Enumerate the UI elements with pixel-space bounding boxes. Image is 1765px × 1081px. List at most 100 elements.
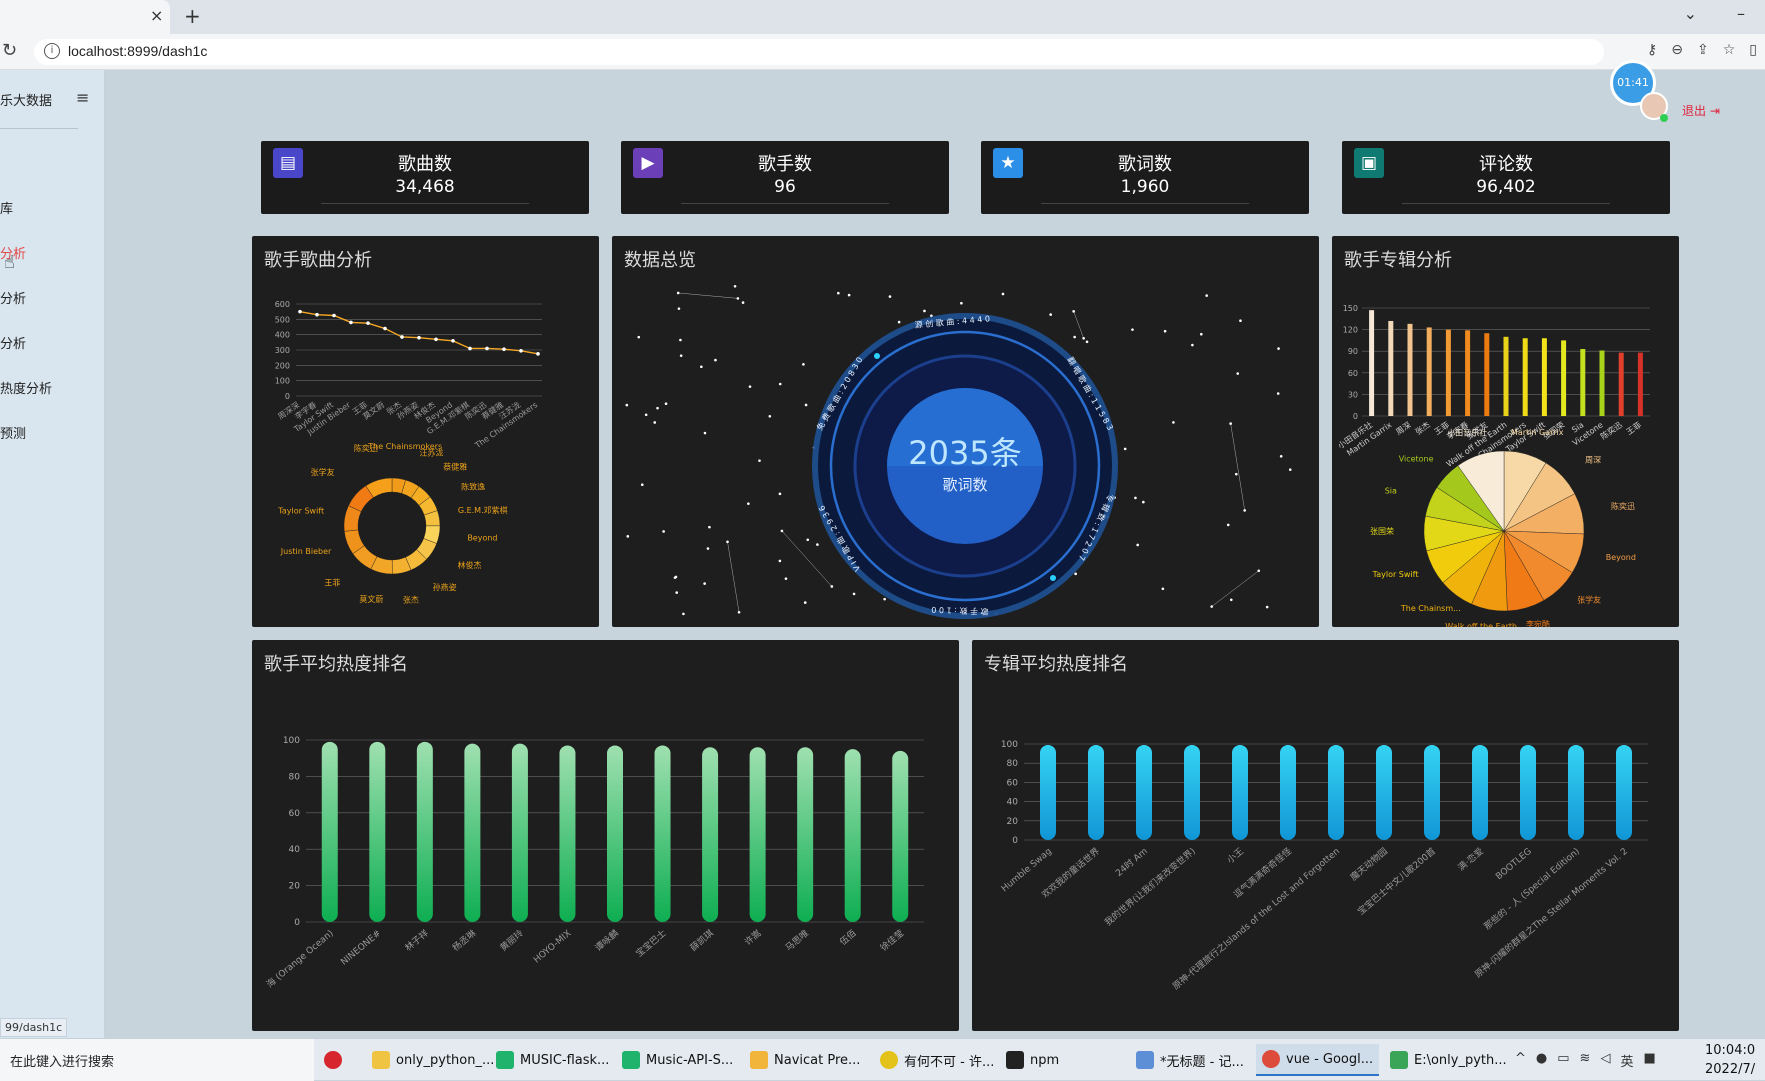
star-dot: [1229, 598, 1233, 602]
taskbar-app-label[interactable]: *无标题 - 记...: [1160, 1051, 1244, 1070]
logout-button[interactable]: 退出 ⇥: [1682, 102, 1720, 119]
taskbar-app-label[interactable]: vue - Googl...: [1286, 1052, 1373, 1067]
chevron-up-icon[interactable]: ^: [1515, 1051, 1526, 1070]
taskbar-app-label[interactable]: npm: [1030, 1053, 1059, 1068]
x-tick-label: 那些的 - 人 (Special Edition): [1481, 845, 1582, 932]
donut-label: 王菲: [324, 577, 340, 587]
app-tray-icon[interactable]: ■: [1643, 1051, 1655, 1070]
donut-label: 莫文蔚: [359, 594, 383, 604]
taskbar-app[interactable]: npm: [1006, 1044, 1059, 1076]
pycharm-icon: [496, 1051, 514, 1069]
panel-overview: 数据总览 源 创 歌 曲 : 4 4 4 0翻 唱 歌 曲 : 1 1 5 8 …: [612, 236, 1319, 627]
bar: [607, 745, 623, 922]
taskbar-app[interactable]: MUSIC-flask...: [496, 1044, 609, 1076]
chrome-icon: [1262, 1050, 1280, 1068]
volume-icon[interactable]: ◁: [1600, 1051, 1610, 1070]
taskbar-app-label[interactable]: Navicat Pre...: [774, 1053, 860, 1068]
taskbar-app[interactable]: E:\only_pyth...: [1390, 1044, 1507, 1076]
taskbar-app-active[interactable]: vue - Googl...: [1256, 1044, 1380, 1076]
zoom-icon[interactable]: ⊖: [1671, 42, 1683, 58]
taskbar-app-label[interactable]: 有何不可 - 许...: [904, 1051, 994, 1070]
taskbar-search-text[interactable]: 在此键入进行搜索: [10, 1051, 114, 1070]
opera-icon[interactable]: [324, 1044, 342, 1076]
sidebar-item-library[interactable]: 库: [0, 198, 13, 217]
close-tab-icon[interactable]: ×: [150, 6, 163, 25]
wifi-icon[interactable]: ≋: [1580, 1051, 1591, 1070]
sidebar-item-predict[interactable]: 预测: [0, 423, 26, 442]
star-dot: [703, 431, 707, 435]
bookmark-star-icon[interactable]: ☆: [1723, 42, 1736, 58]
data-point: [519, 348, 523, 353]
taskbar-app[interactable]: 有何不可 - 许...: [880, 1044, 994, 1076]
taskbar-app-label[interactable]: MUSIC-flask...: [520, 1053, 609, 1068]
navicat-icon: [750, 1051, 768, 1069]
star-dot: [1234, 472, 1238, 476]
sidebar-item-analysis-2[interactable]: 分析: [0, 288, 26, 307]
minimize-icon[interactable]: –: [1737, 4, 1745, 23]
taskbar-search[interactable]: 在此键入进行搜索: [0, 1039, 314, 1081]
mic-icon[interactable]: ●: [1536, 1051, 1547, 1070]
panel-singer-heat: 歌手平均热度排名 0 20 40 60 80 100 海 (Orange Ocean) NIN…: [252, 640, 959, 1031]
stat-card-singers: ▶ 歌手数 96: [621, 141, 949, 214]
battery-icon[interactable]: ▭: [1557, 1051, 1569, 1070]
logout-label[interactable]: 退出: [1682, 104, 1706, 118]
taskbar-app[interactable]: Music-API-S...: [622, 1044, 733, 1076]
star-dot: [640, 483, 644, 487]
singer-album-chart[interactable]: 0306090120150小田音乐社Martin Garrix 周深 张杰 王菲李宇春…: [1332, 236, 1679, 627]
star-dot: [1123, 447, 1127, 451]
share-icon[interactable]: ⇪: [1697, 42, 1709, 58]
album-heat-chart[interactable]: 020406080100Humble Swag欢欢我的童话世界 24时 Am我的世…: [972, 640, 1679, 1031]
star-dot: [830, 585, 834, 588]
singer-song-chart[interactable]: 0100200300400500600周深深李宇春Taylor SwiftJus…: [252, 236, 599, 627]
chevron-down-icon[interactable]: ⌄: [1684, 4, 1697, 23]
taskbar: 在此键入进行搜索 only_python_... MUSIC-flask... …: [0, 1038, 1765, 1081]
key-icon[interactable]: ⚷: [1647, 42, 1657, 58]
stat-value: 96: [774, 177, 796, 197]
taskbar-app[interactable]: only_python_...: [372, 1044, 494, 1076]
star-dot: [1265, 605, 1269, 609]
x-tick-label: 原神-代理旅行之Islands of the Lost and Forgotte…: [1170, 845, 1342, 992]
y-tick-label: 90: [1348, 347, 1358, 356]
url-field[interactable]: i localhost:8999/dash1c: [34, 39, 1604, 65]
star-dot: [1082, 336, 1085, 340]
data-point: [451, 339, 455, 343]
url-text[interactable]: localhost:8999/dash1c: [68, 43, 207, 59]
taskbar-clock[interactable]: 10:04:0 2022/7/: [1705, 1041, 1755, 1079]
star-dot: [883, 597, 886, 601]
reload-icon[interactable]: ↻: [2, 40, 17, 61]
taskbar-app[interactable]: *无标题 - 记...: [1136, 1044, 1244, 1076]
donut-label: 汪苏泷: [419, 448, 443, 458]
sidebar-item-heat[interactable]: 热度分析: [0, 378, 52, 397]
y-tick-label: 20: [289, 882, 301, 892]
sidebar-item-analysis-3[interactable]: 分析: [0, 333, 26, 352]
new-tab-icon[interactable]: +: [184, 4, 201, 28]
taskbar-app-label[interactable]: E:\only_pyth...: [1414, 1053, 1507, 1068]
ime-icon[interactable]: 英: [1620, 1051, 1633, 1070]
star-dot: [741, 301, 745, 304]
star-dot: [803, 601, 807, 604]
taskbar-app[interactable]: Navicat Pre...: [750, 1044, 860, 1076]
star-dot: [1161, 587, 1165, 591]
info-icon[interactable]: i: [44, 43, 60, 59]
bar: [654, 745, 671, 922]
star-dot: [703, 582, 706, 585]
data-point: [315, 312, 319, 317]
hamburger-menu-icon[interactable]: ≡: [76, 88, 89, 107]
y-tick-label: 400: [275, 331, 290, 340]
star-dot: [897, 320, 901, 324]
taskbar-app-label[interactable]: Music-API-S...: [646, 1053, 733, 1068]
star-dot: [714, 358, 717, 362]
singer-heat-chart[interactable]: 0 20 40 60 80 100 海 (Orange Ocean) NINEONE# 林子祥杨…: [252, 640, 959, 1031]
stat-card-songs: ▤ 歌曲数 34,468: [261, 141, 589, 214]
side-panel-icon[interactable]: ▯: [1749, 42, 1757, 58]
star-dot: [679, 354, 683, 357]
browser-tab[interactable]: ×: [0, 0, 170, 34]
status-url: 99/dash1c: [0, 1018, 68, 1037]
bar: [1407, 323, 1413, 416]
star-dot: [1277, 347, 1280, 350]
y-tick-label: 30: [1348, 390, 1358, 399]
taskbar-app-label[interactable]: only_python_...: [396, 1053, 494, 1068]
constellation-line: [727, 541, 740, 613]
star-dot: [1073, 335, 1076, 339]
star-dot: [1226, 523, 1230, 527]
